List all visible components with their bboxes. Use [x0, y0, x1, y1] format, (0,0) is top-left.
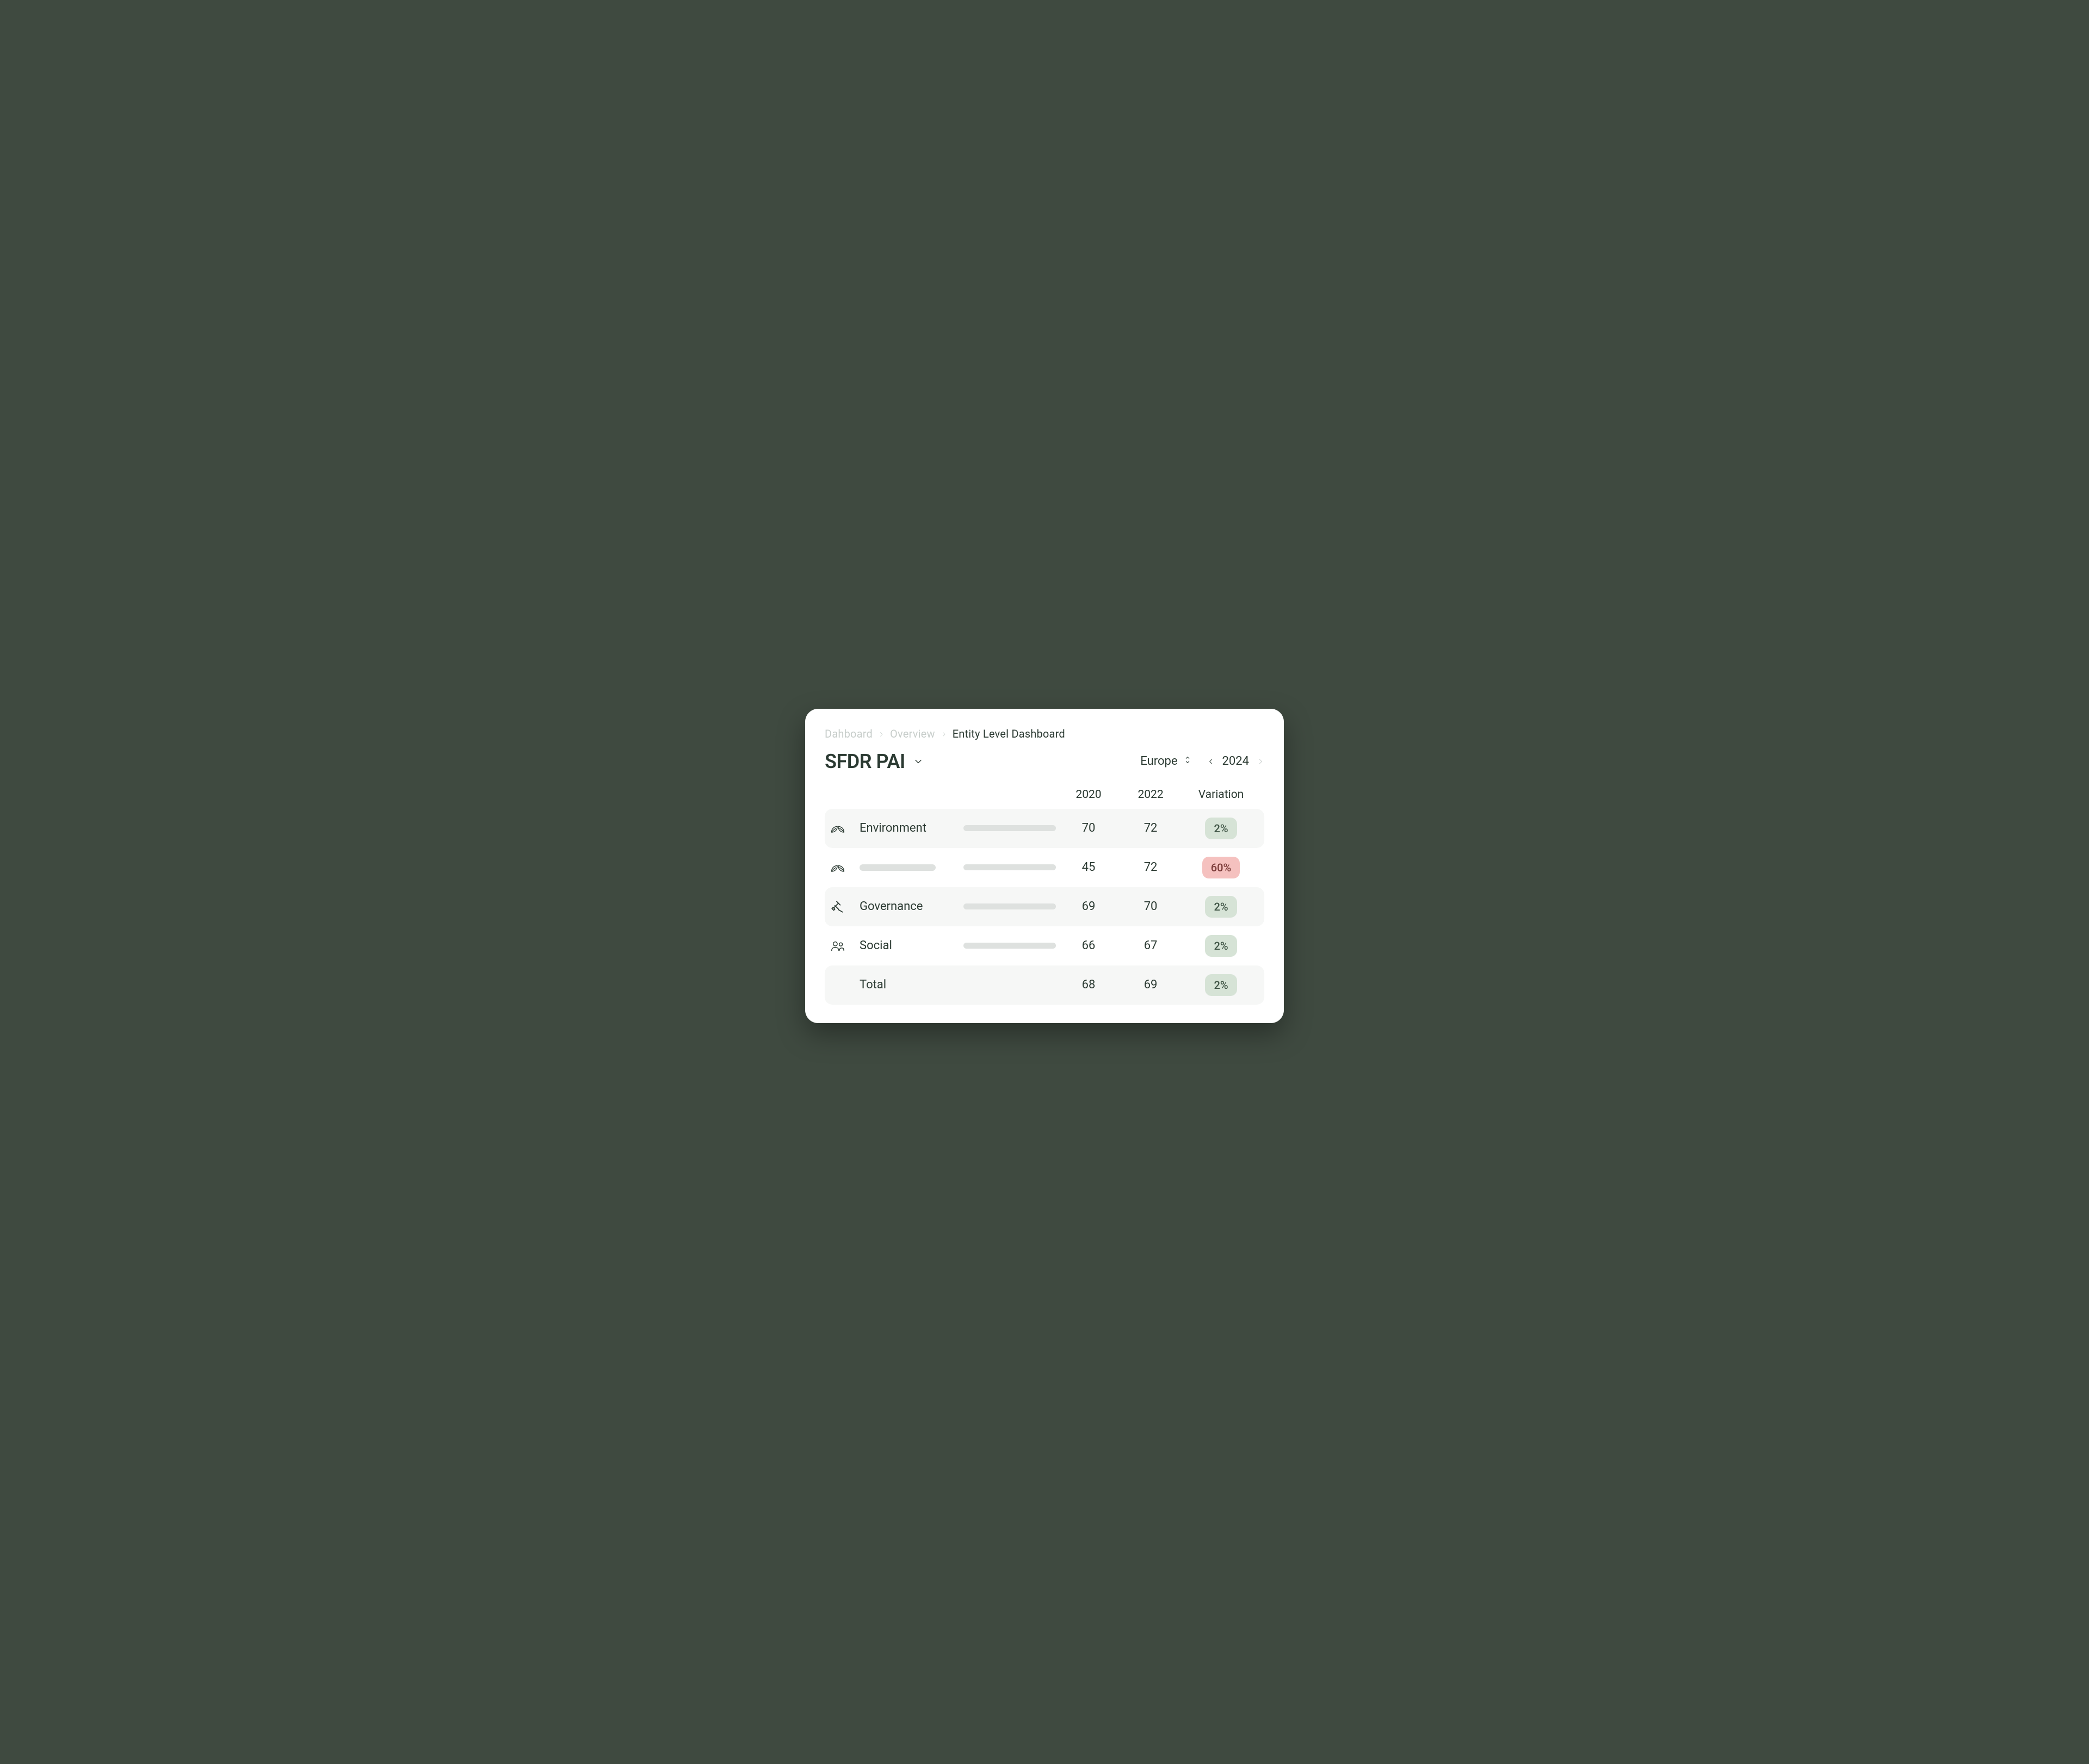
col-variation: Variation	[1183, 788, 1259, 801]
chevron-down-icon	[913, 756, 924, 767]
year-navigator: 2024	[1207, 754, 1264, 768]
table-header: 2020 2022 Variation	[825, 788, 1264, 809]
header-controls: Europe 2024	[1140, 754, 1264, 769]
col-year1: 2020	[1059, 788, 1118, 801]
progress-bar	[963, 864, 1056, 870]
region-label: Europe	[1140, 754, 1177, 768]
variation-badge: 2%	[1205, 896, 1237, 918]
col-year2: 2022	[1121, 788, 1180, 801]
row-year2: 72	[1121, 861, 1180, 874]
row-year1: 70	[1059, 821, 1118, 835]
title-dropdown[interactable]: SFDR PAI	[825, 750, 924, 773]
dashboard-card: Dahboard Overview Entity Level Dashboard…	[805, 709, 1284, 1023]
header-row: SFDR PAI Europe 2024	[825, 750, 1264, 773]
variation-badge: 2%	[1205, 818, 1237, 839]
page-title: SFDR PAI	[825, 750, 905, 773]
total-year1: 68	[1059, 978, 1118, 992]
variation-badge: 60%	[1202, 857, 1240, 878]
progress-bar	[963, 943, 1056, 949]
gavel-icon	[830, 900, 856, 914]
variation-badge: 2%	[1205, 974, 1237, 996]
variation-badge: 2%	[1205, 935, 1237, 957]
leaf-icon	[830, 860, 856, 875]
people-icon	[830, 939, 856, 952]
row-year1: 66	[1059, 939, 1118, 952]
row-label: Governance	[860, 900, 960, 913]
row-year2: 72	[1121, 821, 1180, 835]
metrics-table: 2020 2022 Variation Environment 70 72 2%	[825, 788, 1264, 1005]
leaf-icon	[830, 821, 856, 836]
breadcrumb-item-dashboard[interactable]: Dahboard	[825, 727, 873, 740]
chevron-right-icon	[941, 727, 947, 740]
region-selector[interactable]: Europe	[1140, 754, 1191, 769]
row-year1: 45	[1059, 861, 1118, 874]
row-year2: 70	[1121, 900, 1180, 913]
year-prev-button[interactable]	[1207, 757, 1215, 766]
total-year2: 69	[1121, 978, 1180, 992]
breadcrumb-item-overview[interactable]: Overview	[890, 727, 935, 740]
sort-updown-icon	[1183, 754, 1192, 769]
chevron-right-icon	[878, 727, 885, 740]
year-label: 2024	[1222, 754, 1249, 768]
total-label: Total	[860, 978, 960, 992]
table-row-total: Total 68 69 2%	[825, 965, 1264, 1005]
progress-bar	[963, 825, 1056, 831]
row-label: Environment	[860, 821, 960, 835]
row-year1: 69	[1059, 900, 1118, 913]
breadcrumb: Dahboard Overview Entity Level Dashboard	[825, 727, 1264, 740]
table-row[interactable]: 45 72 60%	[825, 848, 1264, 887]
table-row[interactable]: Social 66 67 2%	[825, 926, 1264, 965]
progress-bar	[963, 903, 1056, 909]
row-label: Social	[860, 939, 960, 952]
row-year2: 67	[1121, 939, 1180, 952]
table-row[interactable]: Environment 70 72 2%	[825, 809, 1264, 848]
year-next-button[interactable]	[1257, 757, 1264, 766]
breadcrumb-item-current: Entity Level Dashboard	[953, 727, 1065, 740]
table-row[interactable]: Governance 69 70 2%	[825, 887, 1264, 926]
skeleton-placeholder	[860, 864, 936, 871]
